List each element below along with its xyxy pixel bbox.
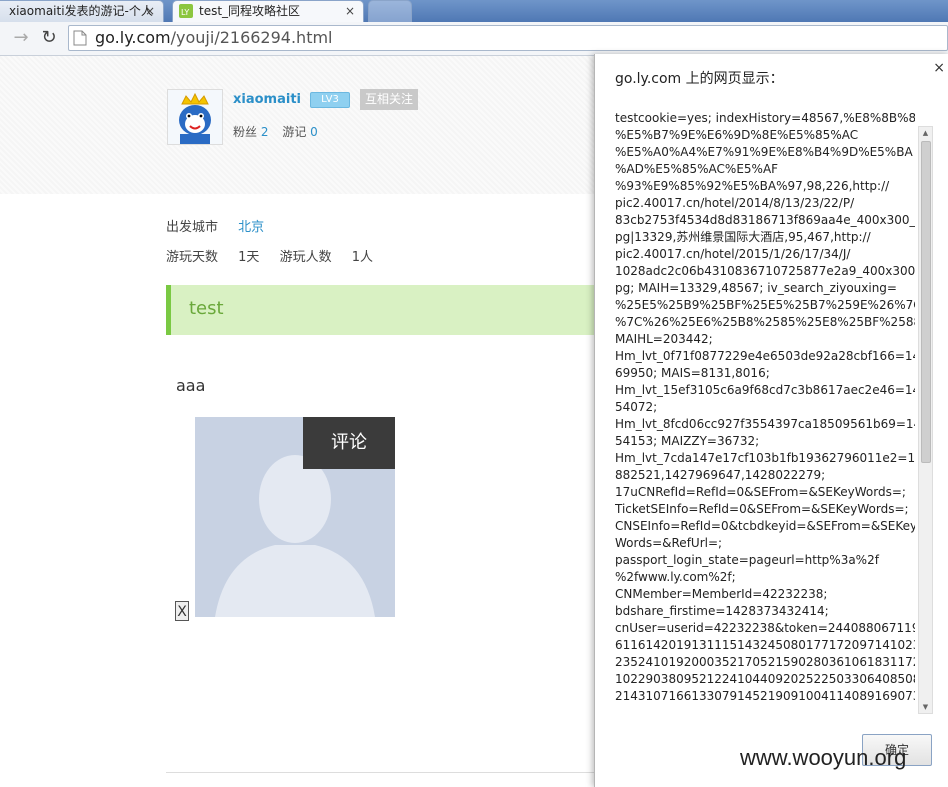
city-value[interactable]: 北京: [238, 220, 264, 235]
message-line: %93%E9%85%92%E5%BA%97,98,226,http://: [615, 179, 890, 193]
browser-toolbar: → ↻ go.ly.com/youji/2166294.html: [0, 22, 948, 56]
message-line: Hm_lvt_7cda147e17cf103b1fb19362796011e2=…: [615, 451, 915, 465]
message-line: pic2.40017.cn/hotel/2015/1/26/17/34/J/: [615, 247, 851, 261]
remove-button[interactable]: X: [175, 601, 189, 621]
url-text: go.ly.com/youji/2166294.html: [95, 28, 333, 48]
message-line: 54072;: [615, 400, 658, 414]
url-path: /youji/2166294.html: [170, 28, 333, 47]
message-line: testcookie=yes; indexHistory=48567,%E8%8…: [615, 111, 915, 125]
url-domain: go.ly.com: [95, 28, 171, 47]
post-title-bar: test: [166, 285, 596, 335]
comment-button[interactable]: 评论: [303, 417, 395, 469]
message-line: 2143107166133079145219091004114089169073…: [615, 689, 915, 703]
message-line: 2352410192000352170521590280361061831172…: [615, 655, 915, 669]
fans-count[interactable]: 2: [261, 125, 269, 139]
tab-test[interactable]: LY test_同程攻略社区 ×: [172, 0, 364, 22]
tab-title: test_同程攻略社区: [199, 4, 301, 18]
notes-count[interactable]: 0: [310, 125, 318, 139]
message-line: Hm_lvt_15ef3105c6a9f68cd7c3b8617aec2e46=…: [615, 383, 915, 397]
reload-icon[interactable]: ↻: [38, 27, 60, 49]
fans-label: 粉丝: [233, 125, 258, 139]
dialog-message: testcookie=yes; indexHistory=48567,%E8%8…: [615, 110, 915, 710]
ly-favicon-icon: LY: [179, 4, 193, 18]
dialog-title: go.ly.com 上的网页显示：: [615, 71, 784, 87]
message-line: Hm_lvt_8fcd06cc927f3554397ca18509561b69=…: [615, 417, 915, 431]
post-body: aaa: [176, 376, 206, 395]
message-line: %E5%B7%9E%E6%9D%8E%E5%85%AC: [615, 128, 859, 142]
tab-title: xiaomaiti发表的游记-个人: [9, 4, 153, 18]
address-bar[interactable]: go.ly.com/youji/2166294.html: [68, 25, 948, 51]
post-title: test: [189, 298, 224, 319]
message-line: passport_login_state=pageurl=http%3a%2f: [615, 553, 879, 567]
message-line: CNMember=MemberId=42232238;: [615, 587, 828, 601]
alert-dialog: go.ly.com 上的网页显示： × testcookie=yes; inde…: [594, 54, 948, 787]
tab-strip: xiaomaiti发表的游记-个人 × LY test_同程攻略社区 ×: [0, 0, 948, 22]
close-icon[interactable]: ×: [345, 1, 355, 21]
message-line: TicketSEInfo=RefId=0&SEFrom=&SEKeyWords=…: [615, 502, 909, 516]
profile-stats: 粉丝 2 游记 0: [233, 123, 328, 140]
svg-text:LY: LY: [181, 8, 189, 17]
close-icon[interactable]: ×: [145, 1, 155, 21]
trip-details: 游玩天数 1天 游玩人数 1人: [166, 246, 389, 265]
scroll-thumb[interactable]: [921, 141, 931, 463]
tab-profile[interactable]: xiaomaiti发表的游记-个人 ×: [0, 0, 164, 22]
city-label: 出发城市: [166, 220, 219, 235]
message-line: 83cb2753f4534d8d83186713f869aa4e_400x300…: [615, 213, 915, 227]
page-icon: [73, 30, 87, 46]
people-value: 1人: [351, 250, 374, 265]
departure-city: 出发城市 北京: [166, 216, 264, 235]
message-line: cnUser=userid=42232238&token=24408806711…: [615, 621, 915, 635]
watermark: www.wooyun.org: [740, 745, 907, 770]
divider: [166, 772, 596, 773]
message-line: 1028adc2c06b4310836710725877e2a9_400x300…: [615, 264, 915, 278]
people-label: 游玩人数: [279, 250, 332, 265]
days-value: 1天: [238, 250, 260, 265]
message-line: 17uCNRefId=RefId=0&SEFrom=&SEKeyWords=;: [615, 485, 906, 499]
message-line: %AD%E5%85%AC%E5%AF: [615, 162, 779, 176]
message-line: CNSEInfo=RefId=0&tcbdkeyid=&SEFrom=&SEKe…: [615, 519, 915, 533]
days-label: 游玩天数: [166, 250, 219, 265]
message-line: Words=&RefUrl=;: [615, 536, 723, 550]
notes-label: 游记: [282, 125, 307, 139]
scroll-up-icon[interactable]: ▲: [919, 127, 932, 139]
close-icon[interactable]: ×: [933, 60, 945, 76]
scroll-down-icon[interactable]: ▼: [919, 701, 932, 713]
message-line: 6116142019131115143245080177172097141023…: [615, 638, 915, 652]
message-line: %7C%26%25E6%25B8%2585%25E8%25BF%2588;: [615, 315, 915, 329]
message-line: pg; MAIH=13329,48567; iv_search_ziyouxin…: [615, 281, 897, 295]
message-line: 69950; MAIS=8131,8016;: [615, 366, 770, 380]
message-line: 54153; MAIZZY=36732;: [615, 434, 760, 448]
message-line: %2fwww.ly.com%2f;: [615, 570, 736, 584]
message-line: %25E5%25B9%25BF%25E5%25B7%259E%26%7C: [615, 298, 915, 312]
message-line: Hm_lvt_0f71f0877229e4e6503de92a28cbf166=…: [615, 349, 915, 363]
username-link[interactable]: xiaomaiti: [233, 92, 301, 107]
mutual-follow-button[interactable]: 互相关注: [360, 89, 418, 110]
message-scrollbar[interactable]: ▲ ▼: [918, 126, 933, 714]
message-line: MAIHL=203442;: [615, 332, 713, 346]
avatar[interactable]: [167, 89, 223, 145]
new-tab-button[interactable]: [368, 0, 412, 22]
message-line: pg|13329,苏州维景国际大酒店,95,467,http://: [615, 230, 871, 244]
message-line: 882521,1427969647,1428022279;: [615, 468, 826, 482]
message-line: %E5%A0%A4%E7%91%9E%E8%B4%9D%E5%BA: [615, 145, 913, 159]
level-badge: LV3: [310, 92, 350, 108]
back-arrow-icon[interactable]: →: [10, 27, 32, 49]
message-line: bdshare_firstime=1428373432414;: [615, 604, 829, 618]
message-line: pic2.40017.cn/hotel/2014/8/13/23/22/P/: [615, 196, 855, 210]
message-line: 1022903809521224104409202522503306408508…: [615, 672, 915, 686]
